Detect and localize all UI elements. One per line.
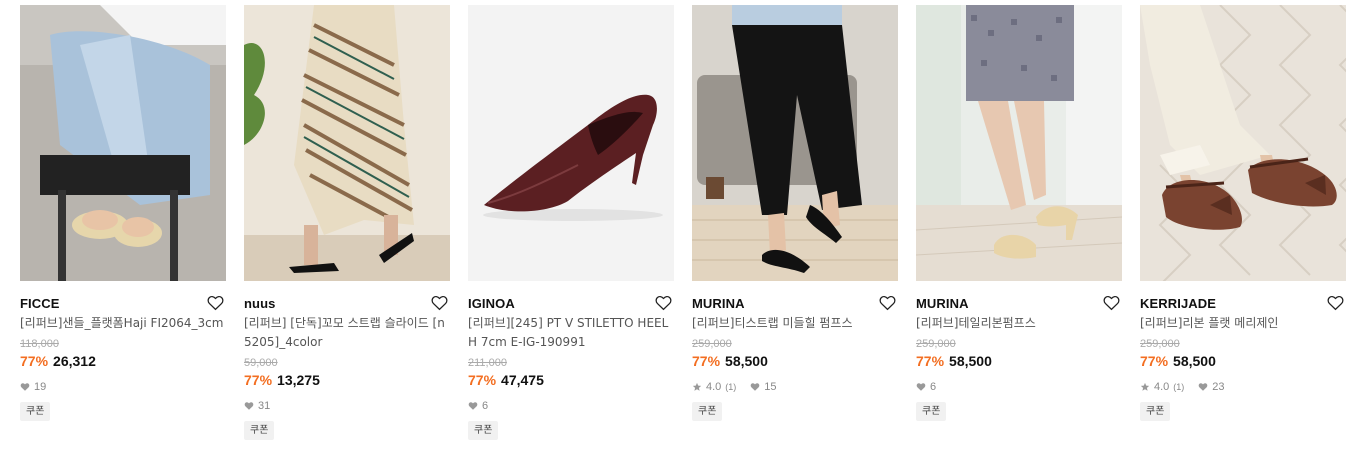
coupon-badge: 쿠폰 [916, 402, 947, 421]
discount-rate: 77% [692, 353, 721, 369]
review-count: (1) [1173, 382, 1185, 392]
brand-name[interactable]: IGINOA [468, 296, 515, 311]
like-count: 15 [764, 381, 777, 393]
product-image[interactable] [468, 5, 674, 281]
like-count: 6 [482, 400, 489, 412]
rating-score: 4.0 [1154, 381, 1170, 393]
heart-filled-icon [916, 383, 926, 391]
brand-name[interactable]: FICCE [20, 296, 60, 311]
wishlist-heart-icon[interactable] [654, 294, 672, 312]
sale-price: 26,312 [53, 353, 96, 369]
product-title[interactable]: [리퍼브]티스트랩 미들힐 펌프스 [692, 314, 898, 333]
rating-score: 4.0 [706, 381, 722, 393]
product-title[interactable]: [리퍼브][245] PT V STILETTO HEEL H 7cm E-IG… [468, 314, 674, 352]
wishlist-heart-icon[interactable] [878, 294, 896, 312]
like-count: 31 [258, 400, 271, 412]
brand-name[interactable]: MURINA [916, 296, 969, 311]
sale-price: 47,475 [501, 372, 544, 388]
product-card[interactable]: MURINA [리퍼브]티스트랩 미들힐 펌프스 259,000 77% 58,… [692, 5, 898, 440]
product-card[interactable]: FICCE [리퍼브]샌들_플랫폼Haji FI2064_3cm 118,000… [20, 5, 226, 440]
brand-name[interactable]: MURINA [692, 296, 745, 311]
sale-price: 13,275 [277, 372, 320, 388]
product-meta: 6 [916, 380, 1122, 394]
star-icon [1140, 382, 1150, 391]
original-price: 211,000 [468, 357, 507, 369]
wishlist-heart-icon[interactable] [430, 294, 448, 312]
discount-rate: 77% [244, 372, 273, 388]
wishlist-heart-icon[interactable] [1326, 294, 1344, 312]
product-card[interactable]: KERRIJADE [리퍼브]리본 플랫 메리제인 259,000 77% 58… [1140, 5, 1346, 440]
discount-rate: 77% [468, 372, 497, 388]
original-price: 259,000 [692, 338, 732, 350]
product-image[interactable] [244, 5, 450, 281]
heart-filled-icon [1198, 383, 1208, 391]
product-card[interactable]: nuus [리퍼브] [단독]꼬모 스트랩 슬라이드 [n5205]_4colo… [244, 5, 450, 440]
product-image[interactable] [916, 5, 1122, 281]
product-title[interactable]: [리퍼브]샌들_플랫폼Haji FI2064_3cm [20, 314, 226, 333]
coupon-badge: 쿠폰 [1140, 402, 1171, 421]
product-title[interactable]: [리퍼브]테일리본펌프스 [916, 314, 1122, 333]
product-title[interactable]: [리퍼브] [단독]꼬모 스트랩 슬라이드 [n5205]_4color [244, 314, 450, 352]
like-count: 23 [1212, 381, 1225, 393]
sale-price: 58,500 [725, 353, 768, 369]
discount-rate: 77% [20, 353, 49, 369]
product-meta: 31 [244, 399, 450, 413]
original-price: 118,000 [20, 338, 59, 350]
coupon-badge: 쿠폰 [468, 421, 499, 440]
product-image[interactable] [1140, 5, 1346, 281]
brand-name[interactable]: KERRIJADE [1140, 296, 1216, 311]
product-meta: 4.0 (1) 15 [692, 380, 898, 394]
product-card[interactable]: IGINOA [리퍼브][245] PT V STILETTO HEEL H 7… [468, 5, 674, 440]
product-card[interactable]: MURINA [리퍼브]테일리본펌프스 259,000 77% 58,500 6… [916, 5, 1122, 440]
heart-filled-icon [750, 383, 760, 391]
review-count: (1) [725, 382, 737, 392]
sale-price: 58,500 [1173, 353, 1216, 369]
discount-rate: 77% [916, 353, 945, 369]
wishlist-heart-icon[interactable] [206, 294, 224, 312]
product-grid: FICCE [리퍼브]샌들_플랫폼Haji FI2064_3cm 118,000… [20, 5, 1346, 440]
like-count: 19 [34, 381, 47, 393]
brand-name[interactable]: nuus [244, 296, 275, 311]
discount-rate: 77% [1140, 353, 1169, 369]
like-count: 6 [930, 381, 937, 393]
product-title[interactable]: [리퍼브]리본 플랫 메리제인 [1140, 314, 1346, 333]
heart-filled-icon [244, 402, 254, 410]
product-image[interactable] [692, 5, 898, 281]
original-price: 259,000 [916, 338, 956, 350]
original-price: 259,000 [1140, 338, 1180, 350]
product-meta: 19 [20, 380, 226, 394]
heart-filled-icon [20, 383, 30, 391]
product-meta: 6 [468, 399, 674, 413]
product-image[interactable] [20, 5, 226, 281]
coupon-badge: 쿠폰 [244, 421, 275, 440]
star-icon [692, 382, 702, 391]
coupon-badge: 쿠폰 [20, 402, 51, 421]
heart-filled-icon [468, 402, 478, 410]
product-meta: 4.0 (1) 23 [1140, 380, 1346, 394]
coupon-badge: 쿠폰 [692, 402, 723, 421]
wishlist-heart-icon[interactable] [1102, 294, 1120, 312]
sale-price: 58,500 [949, 353, 992, 369]
original-price: 59,000 [244, 357, 278, 369]
